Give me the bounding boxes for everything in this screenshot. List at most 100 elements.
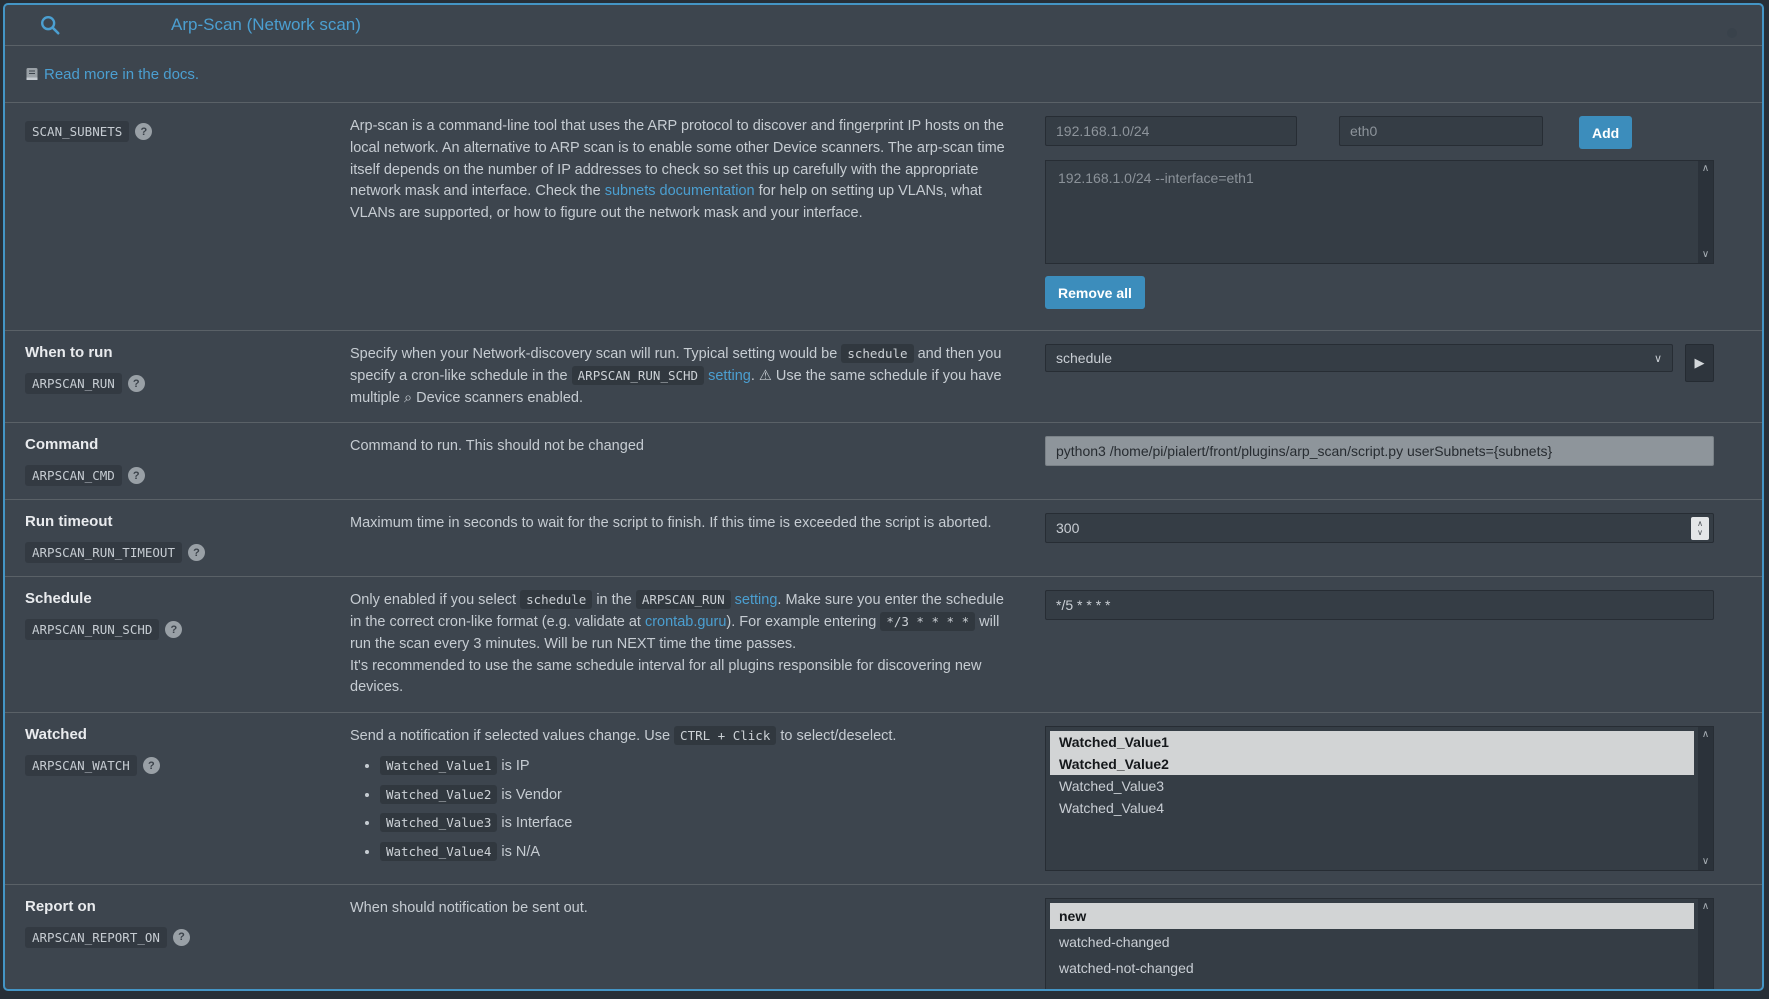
setting-name: Report on (25, 898, 350, 915)
panel-header: Arp-Scan (Network scan) (5, 5, 1762, 46)
setting-key: ARPSCAN_CMD (25, 465, 122, 486)
setting-row-schedule: Schedule ARPSCAN_RUN_SCHD? Only enabled … (5, 577, 1762, 713)
inline-code: ARPSCAN_RUN (636, 590, 731, 609)
setting-row-run-timeout: Run timeout ARPSCAN_RUN_TIMEOUT? Maximum… (5, 500, 1762, 577)
setting-name: Schedule (25, 590, 350, 607)
select-value: schedule (1056, 350, 1112, 366)
play-icon: ▶ (1695, 355, 1705, 371)
help-icon[interactable]: ? (165, 621, 182, 638)
scrollbar[interactable]: ∧ ∨ (1698, 899, 1713, 991)
scroll-down-icon[interactable]: ∨ (1702, 857, 1709, 867)
panel-title: Arp-Scan (Network scan) (171, 15, 361, 35)
inline-link[interactable]: setting (735, 592, 778, 608)
book-icon (25, 67, 39, 82)
list-item: Watched_Value3 is Interface (380, 813, 1017, 835)
setting-description: Send a notification if selected values c… (350, 726, 1045, 871)
inline-link[interactable]: setting (708, 368, 751, 384)
setting-key: ARPSCAN_RUN (25, 373, 122, 394)
inline-link[interactable]: subnets documentation (605, 183, 755, 199)
scroll-up-icon[interactable]: ∧ (1702, 902, 1709, 912)
help-icon[interactable]: ? (173, 929, 190, 946)
setting-description: Only enabled if you select schedule in t… (350, 590, 1045, 699)
watched-values-list: Watched_Value1 is IP Watched_Value2 is V… (350, 756, 1045, 864)
schedule-input[interactable] (1045, 590, 1714, 620)
setting-key: ARPSCAN_REPORT_ON (25, 927, 167, 948)
setting-description: Arp-scan is a command-line tool that use… (350, 116, 1045, 317)
run-now-button[interactable]: ▶ (1685, 344, 1714, 382)
remove-all-button[interactable]: Remove all (1045, 276, 1145, 309)
inline-code: Watched_Value3 (380, 813, 497, 832)
scrollbar[interactable]: ∧ ∨ (1698, 161, 1713, 263)
setting-description: When should notification be sent out. (350, 898, 1045, 991)
search-icon[interactable] (39, 14, 61, 36)
setting-key: ARPSCAN_WATCH (25, 755, 137, 776)
option-192.168.1.0/24 --interface=eth1[interactable]: 192.168.1.0/24 --interface=eth1 (1046, 161, 1713, 186)
inline-code: */3 * * * * (880, 612, 975, 631)
setting-control-cell: Add 192.168.1.0/24 --interface=eth1 ∧ ∨ … (1045, 116, 1714, 317)
scroll-up-icon[interactable]: ∧ (1702, 164, 1709, 174)
option-Watched_Value2[interactable]: Watched_Value2 (1050, 753, 1694, 775)
inline-code: CTRL + Click (674, 726, 776, 745)
run-timeout-input[interactable] (1045, 513, 1714, 543)
watched-multiselect[interactable]: Watched_Value1Watched_Value2Watched_Valu… (1045, 726, 1714, 871)
setting-description: Command to run. This should not be chang… (350, 436, 1045, 486)
option-watched-not-changed[interactable]: watched-not-changed (1050, 955, 1694, 981)
option-Watched_Value3[interactable]: Watched_Value3 (1050, 775, 1694, 797)
setting-label-cell: Command ARPSCAN_CMD? (25, 436, 350, 486)
inline-code: ARPSCAN_RUN_SCHD (572, 366, 704, 385)
scrollbar[interactable]: ∧ ∨ (1698, 727, 1713, 870)
inline-code: Watched_Value4 (380, 842, 497, 861)
inline-code: schedule (520, 590, 592, 609)
chevron-down-icon: ∨ (1654, 352, 1662, 365)
spinner-down-icon[interactable]: ∨ (1697, 529, 1703, 538)
option-missing-in-last-scan[interactable]: missing-in-last-scan (1050, 981, 1694, 991)
inline-code: Watched_Value2 (380, 785, 497, 804)
setting-description: Specify when your Network-discovery scan… (350, 344, 1045, 409)
setting-name: Watched (25, 726, 350, 743)
setting-label-cell: Watched ARPSCAN_WATCH? (25, 726, 350, 871)
setting-control-cell: newwatched-changedwatched-not-changedmis… (1045, 898, 1714, 991)
docs-row: Read more in the docs. (5, 46, 1762, 103)
scroll-down-icon[interactable]: ∨ (1702, 250, 1709, 260)
help-icon[interactable]: ? (128, 375, 145, 392)
list-item: Watched_Value4 is N/A (380, 842, 1017, 864)
setting-name: Command (25, 436, 350, 453)
setting-description: Maximum time in seconds to wait for the … (350, 513, 1045, 563)
setting-name: Run timeout (25, 513, 350, 530)
setting-row-command: Command ARPSCAN_CMD? Command to run. Thi… (5, 423, 1762, 500)
setting-control-cell: schedule ∨ ▶ (1045, 344, 1714, 409)
option-Watched_Value4[interactable]: Watched_Value4 (1050, 797, 1694, 819)
help-icon[interactable]: ? (143, 757, 160, 774)
when-to-run-select[interactable]: schedule ∨ (1045, 344, 1673, 372)
help-icon[interactable]: ? (135, 123, 152, 140)
inline-code: schedule (841, 344, 913, 363)
setting-row-report-on: Report on ARPSCAN_REPORT_ON? When should… (5, 885, 1762, 991)
setting-label-cell: Report on ARPSCAN_REPORT_ON? (25, 898, 350, 991)
setting-control-cell (1045, 436, 1714, 486)
report-on-multiselect[interactable]: newwatched-changedwatched-not-changedmis… (1045, 898, 1714, 991)
setting-control-cell: Watched_Value1Watched_Value2Watched_Valu… (1045, 726, 1714, 871)
interface-input[interactable] (1339, 116, 1543, 146)
setting-control-cell: ∧ ∨ (1045, 513, 1714, 563)
list-item: Watched_Value2 is Vendor (380, 785, 1017, 807)
setting-label-cell: Run timeout ARPSCAN_RUN_TIMEOUT? (25, 513, 350, 563)
docs-link[interactable]: Read more in the docs. (25, 66, 199, 83)
option-Watched_Value1[interactable]: Watched_Value1 (1050, 731, 1694, 753)
setting-row-watched: Watched ARPSCAN_WATCH? Send a notificati… (5, 713, 1762, 885)
help-icon[interactable]: ? (188, 544, 205, 561)
setting-row-scan-subnets: SCAN_SUBNETS? Arp-scan is a command-line… (5, 103, 1762, 331)
option-new[interactable]: new (1050, 903, 1694, 929)
number-spinner[interactable]: ∧ ∨ (1691, 517, 1709, 540)
list-item: Watched_Value1 is IP (380, 756, 1017, 778)
subnet-input[interactable] (1045, 116, 1297, 146)
setting-label-cell: Schedule ARPSCAN_RUN_SCHD? (25, 590, 350, 699)
setting-key: SCAN_SUBNETS (25, 121, 129, 142)
add-button[interactable]: Add (1579, 116, 1632, 149)
option-watched-changed[interactable]: watched-changed (1050, 929, 1694, 955)
subnets-listbox[interactable]: 192.168.1.0/24 --interface=eth1 ∧ ∨ (1045, 160, 1714, 264)
scroll-up-icon[interactable]: ∧ (1702, 730, 1709, 740)
plugin-settings-panel: Arp-Scan (Network scan) Read more in the… (3, 3, 1764, 991)
inline-link[interactable]: crontab.guru (645, 614, 726, 630)
command-input (1045, 436, 1714, 466)
help-icon[interactable]: ? (128, 467, 145, 484)
